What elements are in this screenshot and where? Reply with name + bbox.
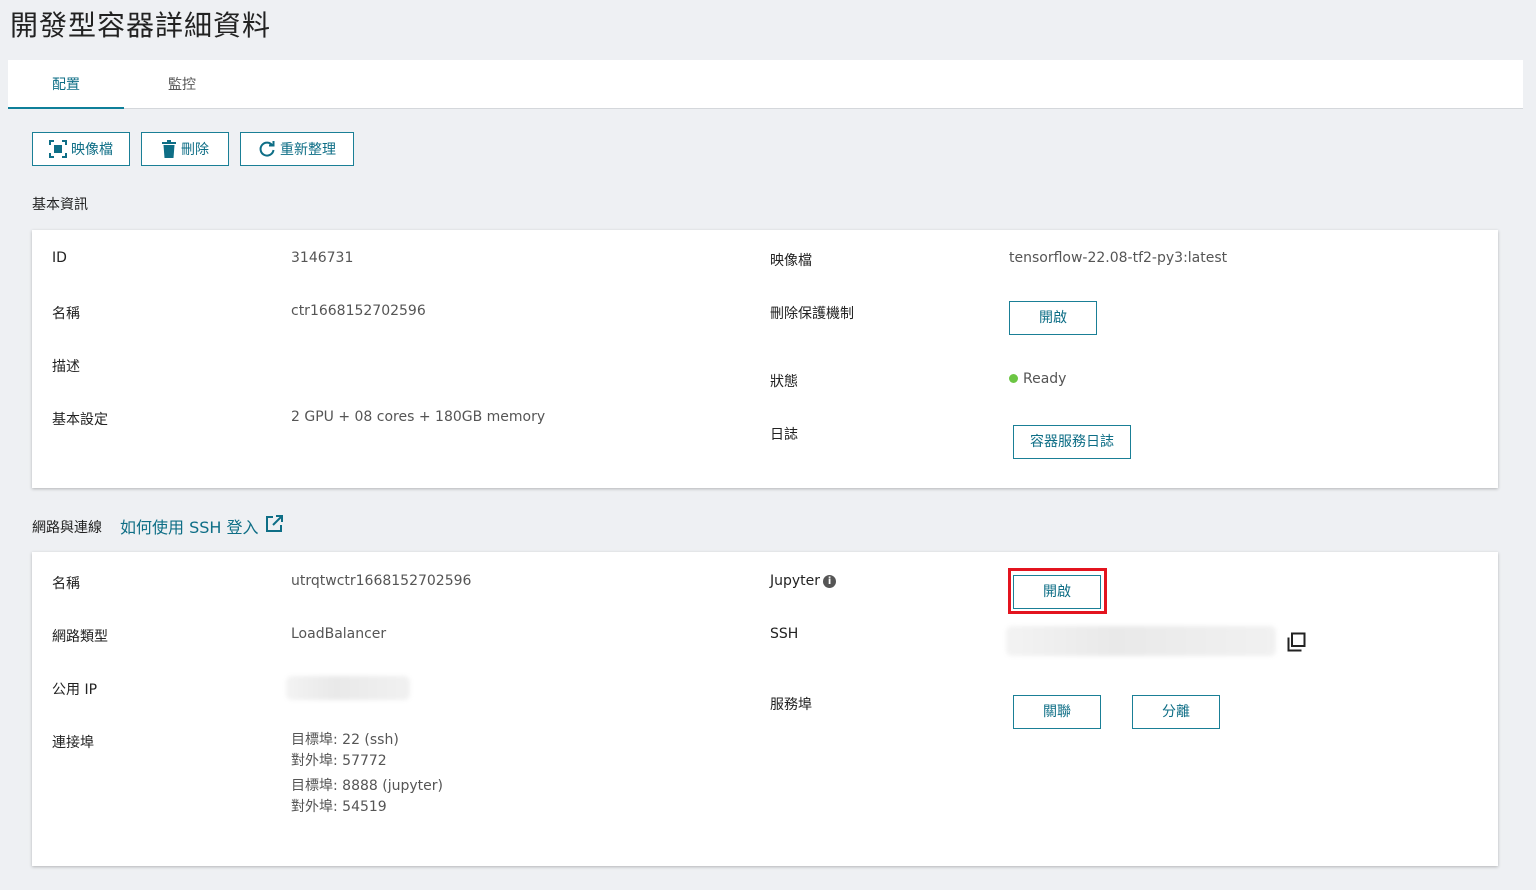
delete-button-label: 刪除 xyxy=(181,142,209,158)
network-type-label: 網路類型 xyxy=(52,629,108,645)
base-config-value: 2 GPU + 08 cores + 180GB memory xyxy=(291,409,546,425)
delete-button[interactable]: 刪除 xyxy=(141,132,229,166)
copy-icon[interactable] xyxy=(1286,632,1306,656)
associate-button[interactable]: 關聯 xyxy=(1013,695,1101,729)
network-name-value: utrqtwctr1668152702596 xyxy=(291,573,472,589)
detail-panel: 配置 監控 映像檔 刪除 重新整理 基本資訊 ID 3146731 名稱 ctr… xyxy=(8,60,1523,890)
basic-info-title: 基本資訊 xyxy=(32,197,88,213)
ports-label: 連接埠 xyxy=(52,735,94,751)
image-button[interactable]: 映像檔 xyxy=(32,132,130,166)
name-value: ctr1668152702596 xyxy=(291,303,426,319)
port-target: 目標埠: 8888 (jupyter) xyxy=(291,778,443,794)
port-entry: 目標埠: 8888 (jupyter) 對外埠: 54519 xyxy=(291,776,443,818)
jupyter-label: Jupyter i xyxy=(770,573,837,589)
page-title: 開發型容器詳細資料 xyxy=(10,9,272,42)
jupyter-label-text: Jupyter xyxy=(770,573,821,589)
network-name-label: 名稱 xyxy=(52,576,80,592)
status-dot-icon xyxy=(1009,373,1018,383)
name-label: 名稱 xyxy=(52,306,80,322)
description-label: 描述 xyxy=(52,359,80,375)
ssh-help-link[interactable]: 如何使用 SSH 登入 xyxy=(120,514,283,538)
image-button-label: 映像檔 xyxy=(71,142,113,158)
ssh-command-redacted xyxy=(1006,626,1276,656)
image-icon xyxy=(49,140,67,158)
status-value: Ready xyxy=(1023,371,1067,387)
refresh-icon xyxy=(258,140,276,158)
ssh-help-link-label: 如何使用 SSH 登入 xyxy=(120,518,259,537)
id-label: ID xyxy=(52,250,67,266)
status-badge: Ready xyxy=(1009,371,1066,387)
network-title: 網路與連線 xyxy=(32,520,102,536)
container-log-button[interactable]: 容器服務日誌 xyxy=(1013,425,1131,459)
public-ip-label: 公用 IP xyxy=(52,682,98,698)
image-value: tensorflow-22.08-tf2-py3:latest xyxy=(1009,250,1228,266)
image-label: 映像檔 xyxy=(770,253,812,269)
public-ip-value-redacted xyxy=(286,676,410,700)
delete-protection-enable-button[interactable]: 開啟 xyxy=(1009,301,1097,335)
log-label: 日誌 xyxy=(770,427,798,443)
port-external: 對外埠: 54519 xyxy=(291,799,387,815)
ports-list: 目標埠: 22 (ssh) 對外埠: 57772 目標埠: 8888 (jupy… xyxy=(291,730,443,818)
highlight-box xyxy=(1008,568,1107,614)
port-external: 對外埠: 57772 xyxy=(291,753,387,769)
info-icon[interactable]: i xyxy=(823,574,837,588)
port-entry: 目標埠: 22 (ssh) 對外埠: 57772 xyxy=(291,730,443,772)
external-link-icon xyxy=(265,515,283,537)
service-port-label: 服務埠 xyxy=(770,697,812,713)
status-label: 狀態 xyxy=(770,374,798,390)
base-config-label: 基本設定 xyxy=(52,412,108,428)
id-value: 3146731 xyxy=(291,250,354,266)
refresh-button-label: 重新整理 xyxy=(280,142,336,158)
delete-protection-label: 刪除保護機制 xyxy=(770,306,854,322)
tab-config[interactable]: 配置 xyxy=(8,60,124,109)
network-card: 名稱 utrqtwctr1668152702596 網路類型 LoadBalan… xyxy=(32,552,1498,866)
port-target: 目標埠: 22 (ssh) xyxy=(291,732,399,748)
basic-info-card: ID 3146731 名稱 ctr1668152702596 描述 基本設定 2… xyxy=(32,230,1498,488)
tab-bar: 配置 監控 xyxy=(8,60,1523,109)
tab-monitor[interactable]: 監控 xyxy=(124,60,240,107)
trash-icon xyxy=(161,140,177,158)
detach-button[interactable]: 分離 xyxy=(1132,695,1220,729)
network-type-value: LoadBalancer xyxy=(291,626,387,642)
ssh-label: SSH xyxy=(770,626,799,642)
refresh-button[interactable]: 重新整理 xyxy=(240,132,354,166)
